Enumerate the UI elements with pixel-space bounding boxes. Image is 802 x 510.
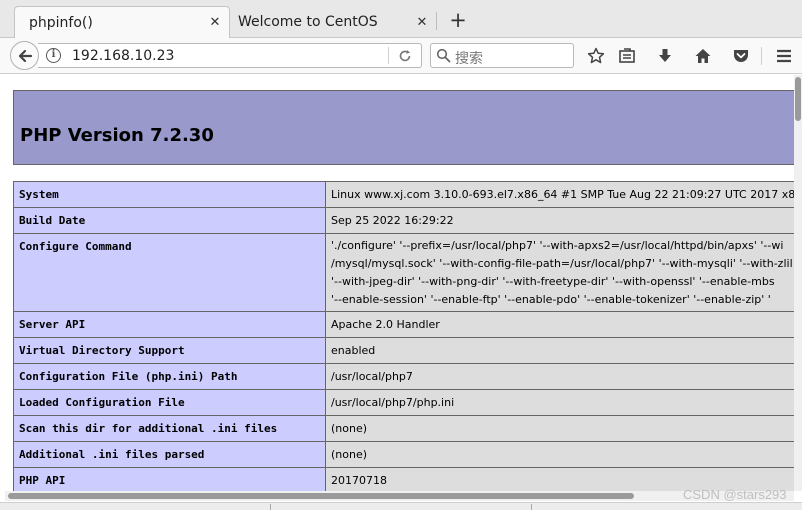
page-title: PHP Version 7.2.30 <box>20 125 214 146</box>
tab-title: phpinfo() <box>29 14 93 31</box>
table-row: Configuration File (php.ini) Path/usr/lo… <box>13 363 794 390</box>
setting-value: Linux www.xj.com 3.10.0-693.el7.x86_64 #… <box>325 181 794 208</box>
back-arrow-icon <box>18 49 32 62</box>
status-segment <box>270 504 532 510</box>
toolbar-divider <box>761 47 762 65</box>
setting-name: Additional .ini files parsed <box>13 441 326 468</box>
close-icon[interactable]: ✕ <box>205 15 225 30</box>
url-divider <box>388 47 389 64</box>
downloads-button[interactable] <box>653 44 677 68</box>
hamburger-menu-icon <box>777 49 791 63</box>
tab-title: Welcome to CentOS <box>238 14 378 30</box>
setting-value: /usr/local/php7/php.ini <box>325 389 794 416</box>
table-row: Server API Apache 2.0 Handler <box>13 311 794 338</box>
download-icon <box>659 49 671 62</box>
configure-command-line: '--enable-session' '--enable-ftp' '--ena… <box>331 293 771 306</box>
new-tab-button[interactable]: + <box>446 9 470 33</box>
setting-value: /usr/local/php7 <box>325 363 794 390</box>
setting-value: './configure' '--prefix=/usr/local/php7'… <box>325 233 794 312</box>
tab-strip: phpinfo() ✕ Welcome to CentOS ✕ + <box>0 0 802 38</box>
table-row: PHP API 20170718 <box>13 467 794 491</box>
watermark-text: CSDN @stars293 <box>683 487 787 502</box>
setting-name: Server API <box>13 311 326 338</box>
close-icon[interactable]: ✕ <box>412 15 432 30</box>
tab-divider <box>436 12 437 30</box>
back-button[interactable] <box>10 41 39 70</box>
setting-value: (none) <box>325 415 794 442</box>
bookmark-star-icon <box>587 47 605 64</box>
reload-button[interactable] <box>394 45 416 66</box>
reload-icon <box>399 49 411 61</box>
reading-list-button[interactable] <box>615 44 639 68</box>
url-bar[interactable]: i 192.168.10.23 <box>38 43 422 68</box>
setting-name: Configure Command <box>13 233 326 312</box>
table-row: Virtual Directory Support enabled <box>13 337 794 364</box>
table-row: Configure Command './configure' '--prefix… <box>13 233 794 312</box>
setting-value: Apache 2.0 Handler <box>325 311 794 338</box>
search-icon <box>436 48 451 63</box>
setting-value: (none) <box>325 441 794 468</box>
tab-phpinfo[interactable]: phpinfo() ✕ <box>14 6 230 38</box>
home-button[interactable] <box>691 44 715 68</box>
configure-command-line: /mysql/mysql.sock' '--with-config-file-p… <box>331 257 793 270</box>
configure-command-line: './configure' '--prefix=/usr/local/php7'… <box>331 239 784 252</box>
vertical-scroll-thumb[interactable] <box>795 77 801 121</box>
setting-name: System <box>13 181 326 208</box>
setting-name: PHP API <box>13 467 326 491</box>
php-info-body: System Linux www.xj.com 3.10.0-693.el7.x8… <box>13 181 794 491</box>
bookmark-button[interactable] <box>584 44 608 68</box>
search-input[interactable]: 搜索 <box>455 48 483 68</box>
setting-name: Build Date <box>13 207 326 234</box>
setting-name: Configuration File (php.ini) Path <box>13 363 326 390</box>
menu-button[interactable] <box>772 44 796 68</box>
tab-welcome-centos[interactable]: Welcome to CentOS ✕ <box>232 6 436 38</box>
status-bar <box>0 502 802 510</box>
setting-value: enabled <box>325 337 794 364</box>
table-row: Loaded Configuration File/usr/local/php7… <box>13 389 794 416</box>
home-icon <box>695 49 711 63</box>
setting-name: Scan this dir for additional .ini files <box>13 415 326 442</box>
table-row: System Linux www.xj.com 3.10.0-693.el7.x8… <box>13 181 794 208</box>
table-row: Scan this dir for additional .ini files(… <box>13 415 794 442</box>
vertical-scrollbar[interactable] <box>794 75 802 491</box>
php-version-header: PHP Version 7.2.30 <box>13 90 794 165</box>
php-info-table: System Linux www.xj.com 3.10.0-693.el7.x8… <box>13 181 794 491</box>
horizontal-scroll-thumb[interactable] <box>8 493 634 499</box>
navigation-toolbar: i 192.168.10.23 搜索 <box>0 38 802 74</box>
setting-name: Virtual Directory Support <box>13 337 326 364</box>
table-row: Build Date Sep 25 2022 16:29:22 <box>13 207 794 234</box>
url-text[interactable]: 192.168.10.23 <box>72 48 174 64</box>
info-icon[interactable]: i <box>46 48 61 63</box>
setting-name: Loaded Configuration File <box>13 389 326 416</box>
horizontal-scrollbar[interactable] <box>5 491 794 501</box>
table-row: Additional .ini files parsed (none) <box>13 441 794 468</box>
setting-value: Sep 25 2022 16:29:22 <box>325 207 794 234</box>
configure-command-line: '--with-jpeg-dir' '--with-png-dir' '--wi… <box>331 275 775 288</box>
search-bar[interactable]: 搜索 <box>430 43 574 68</box>
reading-list-icon <box>619 48 635 63</box>
page-content: PHP Version 7.2.30 System Linux www.xj.co… <box>5 75 794 491</box>
pocket-icon <box>734 50 748 62</box>
pocket-button[interactable] <box>729 44 753 68</box>
